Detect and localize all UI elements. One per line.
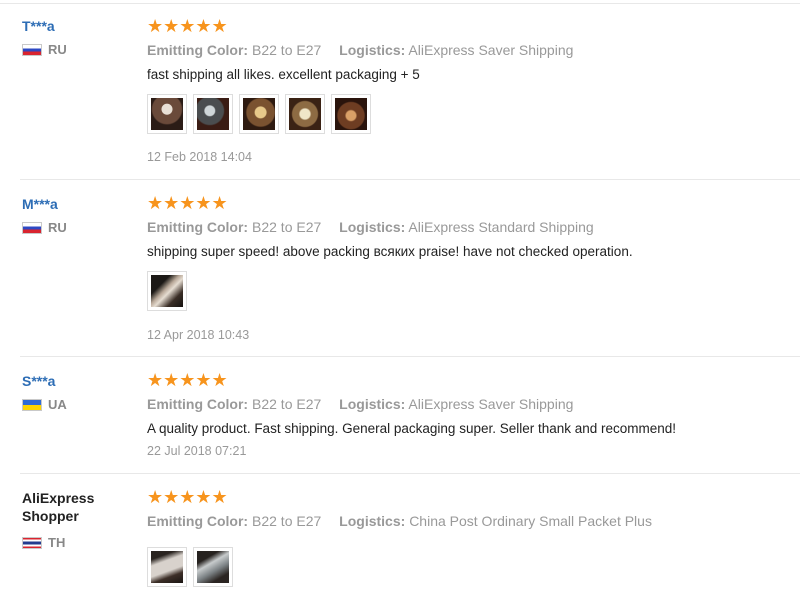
russia-flag-icon: [22, 221, 42, 234]
logistics-value: AliExpress Standard Shipping: [408, 219, 594, 235]
reviewer-country: RU: [22, 220, 132, 235]
top-divider: [0, 3, 800, 4]
review-photo-thumbnail[interactable]: [331, 94, 371, 134]
color-value: B22 to E27: [252, 513, 322, 529]
reviewer-name[interactable]: AliExpress Shopper: [22, 489, 132, 525]
logistics-label: Logistics:: [339, 396, 406, 412]
review-item: AliExpress Shopper TH ★★★★★ Emitting Col…: [0, 474, 800, 597]
review-photo-thumbnail[interactable]: [285, 94, 325, 134]
review-date: 22 Jul 2018 07:21: [147, 444, 247, 458]
reviewer-info: AliExpress Shopper TH: [22, 489, 132, 550]
review-photos: [147, 547, 787, 587]
logistics-label: Logistics:: [339, 42, 406, 58]
color-value: B22 to E27: [252, 219, 322, 235]
review-photo-thumbnail[interactable]: [147, 271, 187, 311]
review-attributes: Emitting Color: B22 to E27 Logistics: Al…: [147, 218, 787, 236]
review-attributes: Emitting Color: B22 to E27 Logistics: Ch…: [147, 512, 787, 530]
star-rating: ★★★★★: [147, 488, 787, 506]
color-value: B22 to E27: [252, 42, 322, 58]
reviewer-country: UA: [22, 397, 132, 412]
reviewer-country: TH: [22, 535, 132, 550]
reviewer-name-line2: Shopper: [22, 508, 79, 524]
reviewer-name[interactable]: S***a: [22, 373, 132, 389]
country-code: UA: [48, 397, 67, 412]
review-date: 12 Apr 2018 10:43: [147, 328, 250, 342]
review-text: fast shipping all likes. excellent packa…: [147, 67, 420, 82]
russia-flag-icon: [22, 43, 42, 56]
color-label: Emitting Color:: [147, 219, 249, 235]
review-date: 12 Feb 2018 14:04: [147, 150, 252, 164]
review-content: ★★★★★ Emitting Color: B22 to E27 Logisti…: [147, 17, 787, 165]
review-photo-thumbnail[interactable]: [239, 94, 279, 134]
country-code: RU: [48, 220, 67, 235]
review-content: ★★★★★ Emitting Color: B22 to E27 Logisti…: [147, 371, 787, 459]
star-rating: ★★★★★: [147, 17, 787, 35]
color-value: B22 to E27: [252, 396, 322, 412]
color-label: Emitting Color:: [147, 513, 249, 529]
review-item: S***a UA ★★★★★ Emitting Color: B22 to E2…: [0, 357, 800, 474]
review-attributes: Emitting Color: B22 to E27 Logistics: Al…: [147, 395, 787, 413]
star-icon: ★★★★★: [147, 16, 228, 36]
reviewer-country: RU: [22, 42, 132, 57]
reviewer-name-line1: AliExpress: [22, 490, 95, 506]
review-photos: [147, 271, 787, 311]
review-attributes: Emitting Color: B22 to E27 Logistics: Al…: [147, 41, 787, 59]
reviewer-info: T***a RU: [22, 18, 132, 57]
review-photo-thumbnail[interactable]: [147, 94, 187, 134]
review-text: A quality product. Fast shipping. Genera…: [147, 421, 677, 436]
review-content: ★★★★★ Emitting Color: B22 to E27 Logisti…: [147, 488, 787, 587]
star-icon: ★★★★★: [147, 193, 228, 213]
review-item: M***a RU ★★★★★ Emitting Color: B22 to E2…: [0, 180, 800, 357]
review-photo-thumbnail[interactable]: [193, 547, 233, 587]
logistics-label: Logistics:: [339, 219, 406, 235]
country-code: TH: [48, 535, 66, 550]
review-text: shipping super speed! above packing всяк…: [147, 244, 633, 259]
reviewer-name[interactable]: T***a: [22, 18, 132, 34]
logistics-value: China Post Ordinary Small Packet Plus: [409, 513, 652, 529]
color-label: Emitting Color:: [147, 396, 249, 412]
review-content: ★★★★★ Emitting Color: B22 to E27 Logisti…: [147, 194, 787, 343]
reviewer-info: S***a UA: [22, 373, 132, 412]
reviewer-info: M***a RU: [22, 196, 132, 235]
logistics-value: AliExpress Saver Shipping: [408, 42, 574, 58]
star-icon: ★★★★★: [147, 370, 228, 390]
review-photos: [147, 94, 787, 134]
review-item: T***a RU ★★★★★ Emitting Color: B22 to E2…: [0, 14, 800, 180]
review-photo-thumbnail[interactable]: [147, 547, 187, 587]
ukraine-flag-icon: [22, 398, 42, 411]
logistics-label: Logistics:: [339, 513, 406, 529]
star-icon: ★★★★★: [147, 487, 228, 507]
logistics-value: AliExpress Saver Shipping: [408, 396, 574, 412]
reviewer-name[interactable]: M***a: [22, 196, 132, 212]
color-label: Emitting Color:: [147, 42, 249, 58]
country-code: RU: [48, 42, 67, 57]
star-rating: ★★★★★: [147, 194, 787, 212]
review-photo-thumbnail[interactable]: [193, 94, 233, 134]
thailand-flag-icon: [22, 536, 42, 549]
star-rating: ★★★★★: [147, 371, 787, 389]
